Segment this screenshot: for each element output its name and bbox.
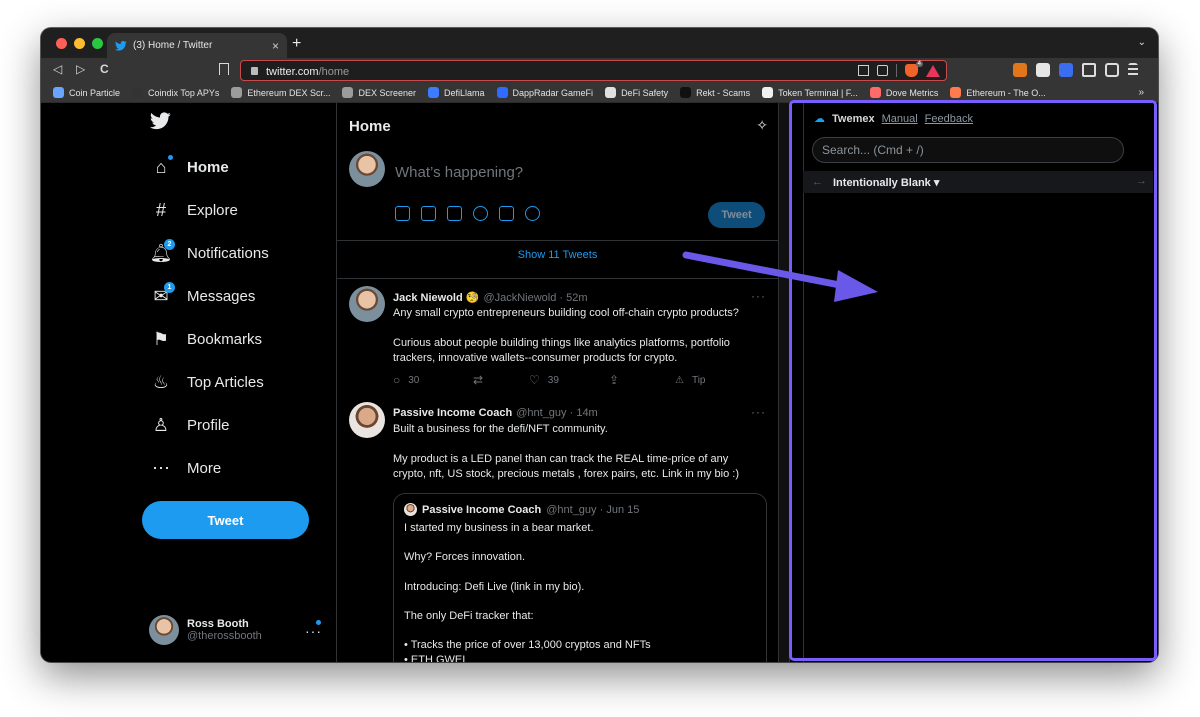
annotation-arrow-icon [682, 251, 878, 302]
